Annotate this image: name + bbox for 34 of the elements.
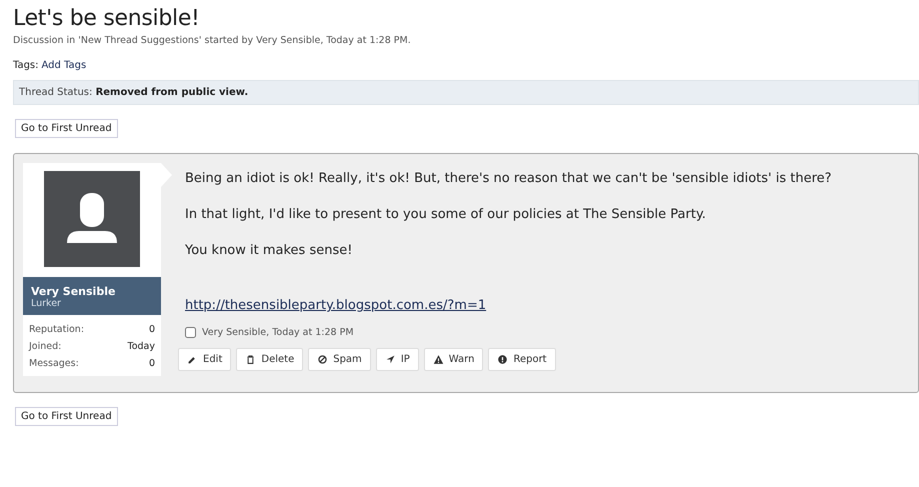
first-unread-button[interactable]: Go to First Unread	[15, 407, 118, 426]
action-button[interactable]: IP	[376, 348, 419, 371]
message-text: You know it makes sense!	[185, 243, 354, 258]
add-tags-link[interactable]: Add Tags	[42, 60, 86, 71]
thread-meta: Discussion in 'New Thread Suggestions' started by Very Sensible, Today at 1:28 PM.	[13, 35, 412, 46]
action-button[interactable]: Warn	[424, 348, 484, 371]
username-link[interactable]: Very Sensible	[31, 285, 153, 298]
stat-value: Today	[128, 340, 155, 354]
message-link[interactable]: http://thesensibleparty.blogspot.com.es/?m=1	[185, 298, 486, 313]
exclamation-icon	[497, 354, 508, 365]
action-button[interactable]: Spam	[308, 348, 371, 371]
stat-label: Messages:	[29, 357, 79, 371]
stat-label: Joined:	[29, 340, 62, 354]
action-button[interactable]: Delete	[236, 348, 304, 371]
message-text: Being an idiot is ok! Really, it's ok! But, there's no reason that we can't be 'sensible idiots' is there?	[185, 171, 833, 186]
post-date: Very Sensible, Today at 1:28 PM	[202, 327, 354, 338]
first-unread-button[interactable]: Go to First Unread	[15, 119, 118, 138]
arrow-icon	[384, 354, 396, 365]
action-button[interactable]: Report	[488, 348, 556, 371]
pencil-icon	[187, 354, 198, 365]
action-button[interactable]: Edit	[178, 348, 232, 371]
thread-title: Let's be sensible!	[13, 6, 201, 31]
select-checkbox[interactable]	[185, 327, 196, 338]
ban-icon	[317, 354, 328, 365]
message-text: In that light, I'd like to present to you some of our policies at The Sensible Party.	[185, 207, 707, 222]
trash-icon	[245, 354, 256, 365]
warning-icon	[432, 354, 444, 365]
user-title: Lurker	[31, 298, 62, 309]
thread-status: Thread Status: Removed from public view.	[13, 80, 919, 105]
stat-label: Reputation:	[29, 323, 84, 337]
stat-value: 0	[148, 323, 155, 337]
stat-value: 0	[148, 357, 155, 371]
tags-label: Tags:	[13, 60, 39, 71]
avatar-icon	[44, 171, 140, 267]
